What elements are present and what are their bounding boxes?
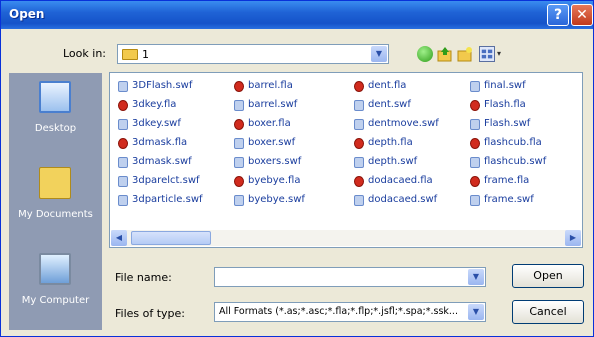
scroll-left-icon[interactable]: ◀: [111, 230, 127, 246]
swf-file-icon: [234, 195, 244, 206]
file-name: boxer.swf: [248, 137, 296, 148]
swf-file-icon: [354, 100, 364, 111]
title-bar[interactable]: Open ? ✕: [1, 1, 593, 29]
file-name: depth.swf: [368, 156, 418, 167]
file-name: final.swf: [484, 80, 526, 91]
place-my-documents[interactable]: My Documents: [9, 159, 102, 241]
desktop-icon: [39, 81, 71, 113]
fla-file-icon: [354, 176, 364, 187]
dialog-title: Open: [9, 7, 45, 21]
file-name-input[interactable]: ▼: [214, 267, 486, 287]
file-name: 3dkey.fla: [132, 99, 177, 110]
file-name: dodacaed.swf: [368, 194, 438, 205]
chevron-down-icon[interactable]: ▼: [371, 46, 387, 62]
help-button[interactable]: ?: [547, 4, 569, 26]
place-label: Desktop: [34, 123, 77, 134]
views-dropdown-arrow[interactable]: ▾: [497, 49, 501, 58]
fla-file-icon: [118, 100, 128, 111]
look-in-dropdown[interactable]: 1 ▼: [117, 44, 389, 64]
swf-file-icon: [118, 176, 128, 187]
swf-file-icon: [118, 157, 128, 168]
file-name: frame.fla: [484, 175, 530, 186]
fla-file-icon: [470, 176, 480, 187]
swf-file-icon: [354, 157, 364, 168]
open-dialog: Open ? ✕ Look in: 1 ▼ ▾ Desktop My Docum…: [0, 0, 594, 337]
files-of-type-value: All Formats (*.as;*.asc;*.fla;*.flp;*.js…: [219, 306, 458, 317]
swf-file-icon: [354, 119, 364, 130]
swf-file-icon: [470, 81, 480, 92]
fla-file-icon: [354, 81, 364, 92]
swf-file-icon: [234, 100, 244, 111]
horizontal-scrollbar[interactable]: ◀ ▶: [111, 230, 581, 246]
swf-file-icon: [118, 81, 128, 92]
back-icon[interactable]: [417, 46, 433, 62]
swf-file-icon: [354, 195, 364, 206]
file-name: 3dparticle.swf: [132, 194, 203, 205]
swf-file-icon: [234, 157, 244, 168]
swf-file-icon: [234, 138, 244, 149]
chevron-down-icon[interactable]: ▼: [468, 269, 484, 285]
fla-file-icon: [470, 100, 480, 111]
fla-file-icon: [118, 138, 128, 149]
fla-file-icon: [234, 81, 244, 92]
file-name: barrel.fla: [248, 80, 293, 91]
folder-icon: [122, 49, 138, 60]
file-name: dent.fla: [368, 80, 407, 91]
file-name: 3DFlash.swf: [132, 80, 193, 91]
close-button[interactable]: ✕: [571, 4, 593, 26]
file-name: frame.swf: [484, 194, 534, 205]
swf-file-icon: [118, 195, 128, 206]
views-menu-icon[interactable]: [479, 46, 495, 62]
file-name: byebye.swf: [248, 194, 305, 205]
cancel-button[interactable]: Cancel: [512, 300, 584, 324]
files-of-type-label: Files of type:: [115, 307, 186, 320]
new-folder-icon[interactable]: [457, 46, 473, 62]
file-name: dentmove.swf: [368, 118, 439, 129]
file-name: 3dkey.swf: [132, 118, 181, 129]
place-label: My Computer: [21, 295, 90, 306]
fla-file-icon: [234, 176, 244, 187]
place-desktop[interactable]: Desktop: [9, 73, 102, 155]
place-label: My Documents: [18, 209, 93, 220]
file-name: 3dparelct.swf: [132, 175, 200, 186]
chevron-down-icon[interactable]: ▼: [468, 304, 484, 320]
my-computer-icon: [39, 253, 71, 285]
file-name: Flash.swf: [484, 118, 531, 129]
fla-file-icon: [354, 138, 364, 149]
fla-file-icon: [234, 119, 244, 130]
swf-file-icon: [118, 119, 128, 130]
files-of-type-dropdown[interactable]: All Formats (*.as;*.asc;*.fla;*.flp;*.js…: [214, 302, 486, 322]
file-name: flashcub.swf: [484, 156, 547, 167]
file-name: 3dmask.fla: [132, 137, 188, 148]
file-name: barrel.swf: [248, 99, 298, 110]
file-name: depth.fla: [368, 137, 413, 148]
open-button[interactable]: Open: [512, 264, 584, 288]
file-name: flashcub.fla: [484, 137, 542, 148]
swf-file-icon: [470, 119, 480, 130]
file-name: 3dmask.swf: [132, 156, 192, 167]
file-name: byebye.fla: [248, 175, 301, 186]
swf-file-icon: [470, 157, 480, 168]
look-in-label: Look in:: [63, 47, 106, 60]
scroll-thumb[interactable]: [131, 231, 211, 245]
file-name: dodacaed.fla: [368, 175, 433, 186]
places-bar: Desktop My Documents My Computer: [9, 73, 102, 330]
file-name: Flash.fla: [484, 99, 526, 110]
my-documents-icon: [39, 167, 71, 199]
swf-file-icon: [470, 195, 480, 206]
place-my-computer[interactable]: My Computer: [9, 245, 102, 327]
file-list[interactable]: 3DFlash.swf 3dkey.fla 3dkey.swf 3dmask.fla 3…: [109, 72, 583, 248]
fla-file-icon: [470, 138, 480, 149]
up-folder-icon[interactable]: [437, 46, 453, 62]
file-name: dent.swf: [368, 99, 411, 110]
file-name: boxer.fla: [248, 118, 291, 129]
look-in-value: 1: [142, 48, 149, 61]
file-name: boxers.swf: [248, 156, 302, 167]
scroll-right-icon[interactable]: ▶: [565, 230, 581, 246]
file-name-label: File name:: [115, 271, 172, 284]
